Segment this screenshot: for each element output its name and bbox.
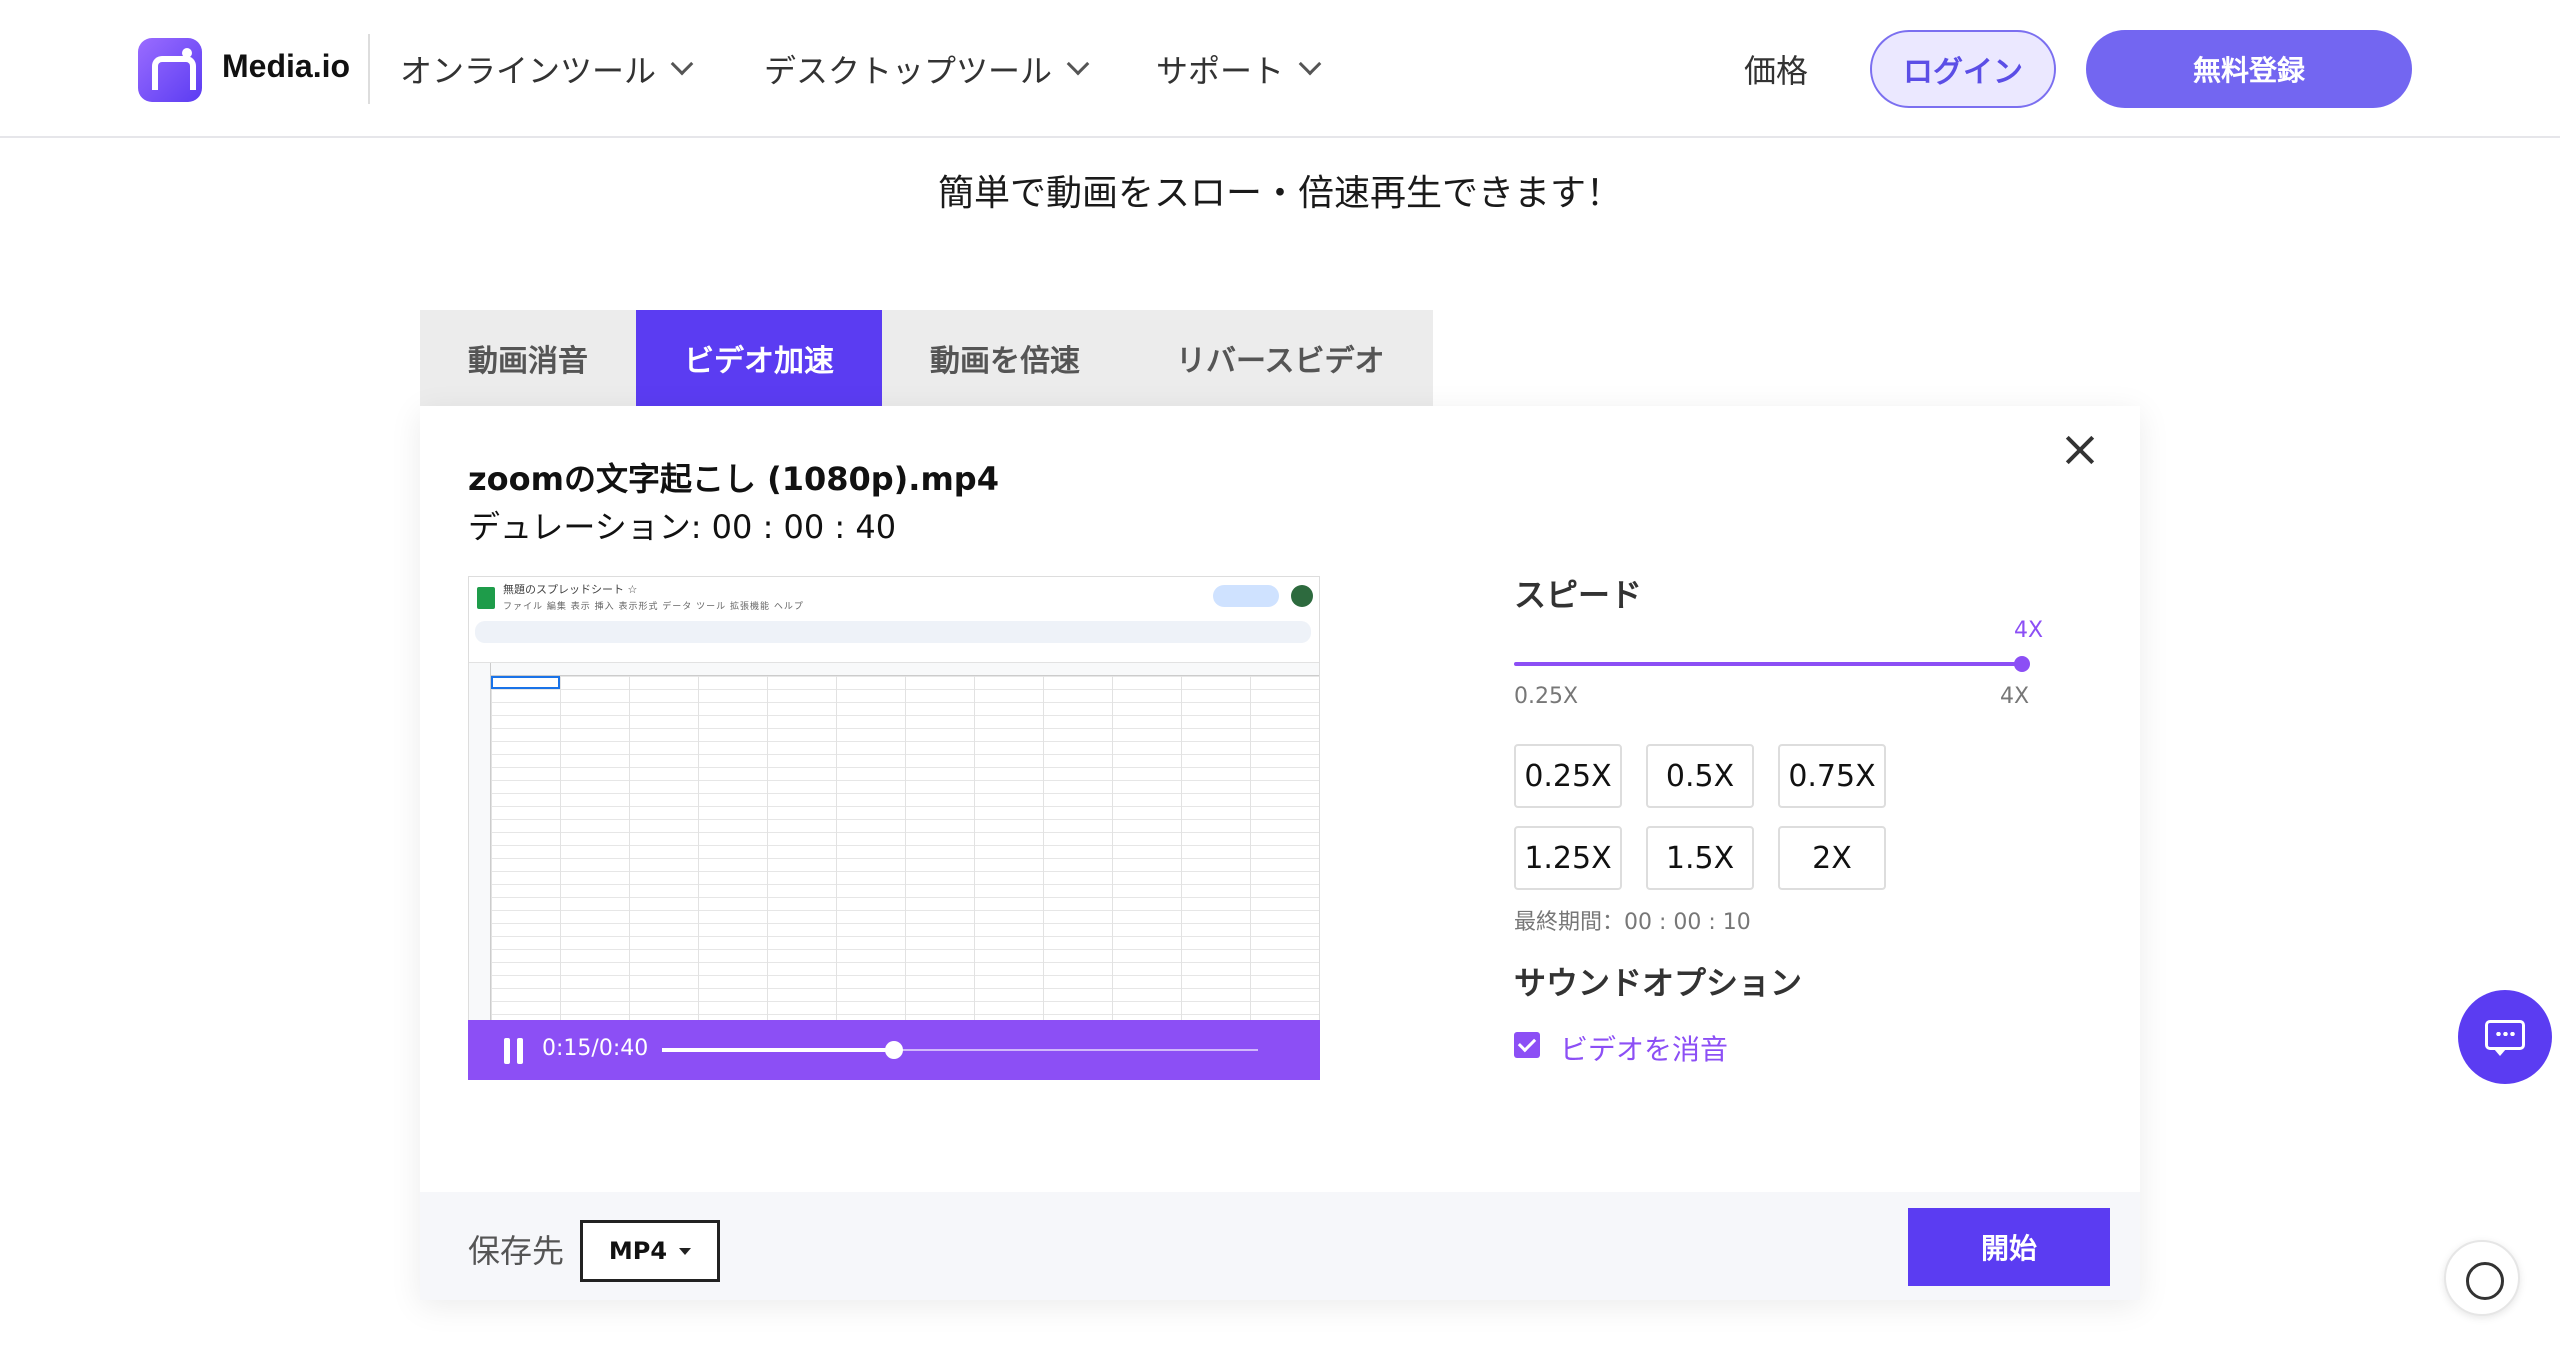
brand-name[interactable]: Media.io: [222, 48, 350, 85]
mediaio-logo-icon[interactable]: [138, 38, 202, 102]
pause-icon[interactable]: [504, 1038, 524, 1064]
sound-options-label: サウンドオプション: [1514, 964, 1803, 1002]
signup-button[interactable]: 無料登録: [2086, 30, 2412, 108]
ai-assistant-icon[interactable]: [2444, 1240, 2520, 1316]
nav-support-label: サポート: [1156, 52, 1285, 90]
speed-option-0-75x[interactable]: 0.75X: [1778, 744, 1886, 808]
chevron-down-icon: [1066, 52, 1090, 76]
seek-handle[interactable]: [885, 1041, 904, 1059]
tab-mute-video[interactable]: 動画消音: [420, 310, 636, 406]
save-to-label: 保存先: [468, 1232, 565, 1270]
nav-online-tools[interactable]: オンラインツール: [400, 46, 694, 92]
speed-option-1-25x[interactable]: 1.25X: [1514, 826, 1622, 890]
format-select[interactable]: MP4: [580, 1220, 720, 1282]
nav-desktop-tools[interactable]: デスクトップツール: [764, 46, 1090, 92]
tab-video-speed[interactable]: ビデオ加速: [636, 310, 882, 406]
site-header: Media.io オンラインツール デスクトップツール サポート 価格 ログイン…: [0, 0, 2560, 138]
header-divider: [368, 34, 370, 104]
spreadsheet-grid: [469, 663, 1319, 1047]
speed-current-value: 4X: [2014, 618, 2044, 643]
spreadsheet-menu: ファイル 編集 表示 挿入 表示形式 データ ツール 拡張機能 ヘルプ: [503, 602, 804, 612]
spreadsheet-toolbar: [475, 621, 1311, 643]
speed-min-label: 0.25X: [1514, 684, 1579, 709]
speed-option-1-5x[interactable]: 1.5X: [1646, 826, 1754, 890]
nav-online-tools-label: オンラインツール: [400, 52, 657, 90]
final-duration: 最終期間：00 : 00 : 10: [1514, 910, 1751, 935]
tab-reverse-video[interactable]: リバースビデオ: [1128, 310, 1433, 406]
spreadsheet-header: 無題のスプレッドシート ☆ ファイル 編集 表示 挿入 表示形式 データ ツール…: [469, 577, 1319, 621]
speed-max-label: 4X: [2000, 684, 2030, 709]
nav-desktop-tools-label: デスクトップツール: [764, 52, 1053, 90]
speed-option-2x[interactable]: 2X: [1778, 826, 1886, 890]
speed-slider-track[interactable]: [1514, 662, 2024, 666]
file-duration: デュレーション: 00 : 00 : 40: [468, 508, 897, 546]
selected-cell: [491, 676, 560, 689]
chevron-down-icon: [1298, 52, 1322, 76]
nav-support[interactable]: サポート: [1156, 46, 1322, 92]
action-bar: 保存先 MP4 開始: [420, 1192, 2140, 1300]
tool-tabs: 動画消音 ビデオ加速 動画を倍速 リバースビデオ: [420, 310, 1433, 406]
spreadsheet-title: 無題のスプレッドシート ☆: [503, 583, 638, 596]
column-headers: [469, 663, 1319, 676]
format-select-value: MP4: [608, 1237, 668, 1265]
sheets-icon: [477, 587, 495, 609]
file-name: zoomの文字起こし (1080p).mp4: [468, 460, 999, 498]
chat-button[interactable]: [2458, 990, 2552, 1084]
chat-dots-icon: [2495, 1032, 2515, 1036]
close-icon[interactable]: [2060, 430, 2100, 470]
video-preview[interactable]: 無題のスプレッドシート ☆ ファイル 編集 表示 挿入 表示形式 データ ツール…: [468, 576, 1320, 1080]
share-icon: [1213, 585, 1279, 607]
login-button[interactable]: ログイン: [1870, 30, 2056, 108]
start-button[interactable]: 開始: [1908, 1208, 2110, 1286]
mute-checkbox[interactable]: [1514, 1032, 1540, 1058]
chevron-down-icon: [670, 52, 694, 76]
speed-label: スピード: [1514, 576, 1643, 614]
editor-panel: zoomの文字起こし (1080p).mp4 デュレーション: 00 : 00 …: [420, 406, 2140, 1300]
row-headers: [469, 663, 491, 1047]
player-controls: 0:15/0:40: [468, 1020, 1320, 1080]
mute-video-label[interactable]: ビデオを消音: [1560, 1028, 1728, 1068]
page-subtitle: 簡単で動画をスロー・倍速再生できます！: [937, 173, 1622, 214]
speed-option-0-25x[interactable]: 0.25X: [1514, 744, 1622, 808]
nav-price[interactable]: 価格: [1744, 46, 1808, 92]
seek-progress: [662, 1048, 895, 1052]
speed-slider-handle[interactable]: [2014, 656, 2030, 672]
playback-time: 0:15/0:40: [542, 1036, 649, 1061]
formula-bar: [469, 647, 1319, 663]
caret-down-icon: [679, 1247, 692, 1255]
avatar: [1291, 585, 1313, 607]
tab-speed-up-video[interactable]: 動画を倍速: [882, 310, 1128, 406]
speed-option-0-5x[interactable]: 0.5X: [1646, 744, 1754, 808]
